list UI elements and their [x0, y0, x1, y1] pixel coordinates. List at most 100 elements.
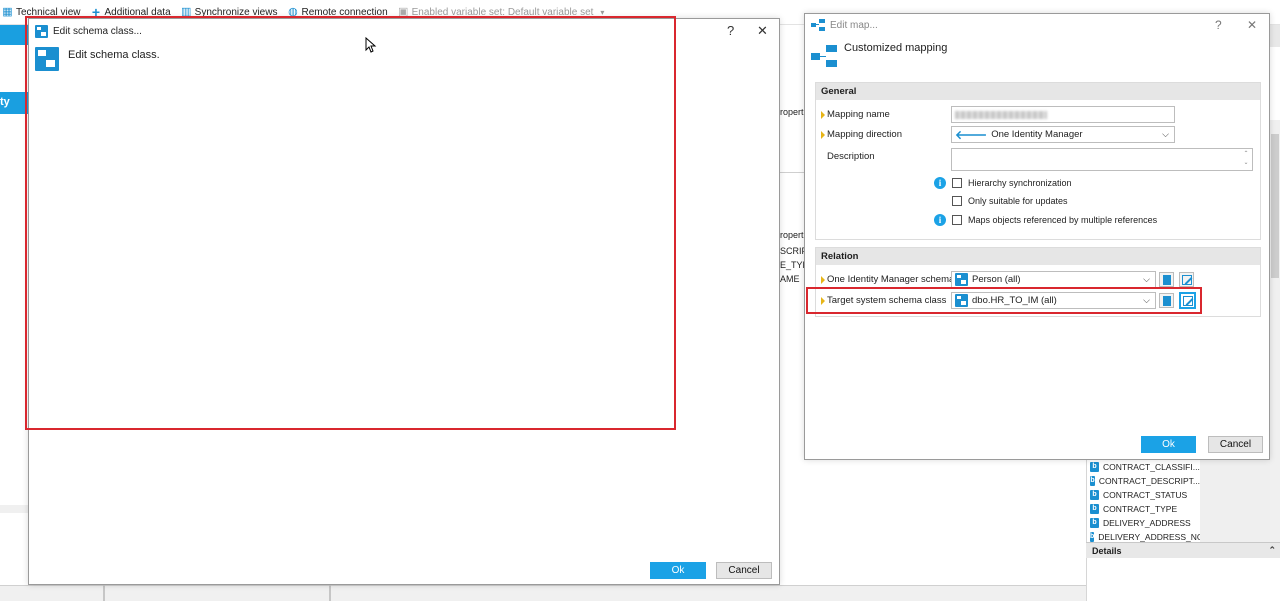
- list-item: E_TYPE: [780, 260, 806, 270]
- close-button[interactable]: ✕: [757, 23, 768, 39]
- select-value: dbo.HR_TO_IM (all): [972, 295, 1057, 306]
- label-text: Mapping name: [827, 109, 890, 120]
- description-textarea[interactable]: ⌃ ⌄: [951, 148, 1253, 171]
- textarea-scroll-arrows[interactable]: ⌃ ⌄: [1241, 150, 1251, 170]
- nav-selected-item[interactable]: ty: [0, 92, 28, 114]
- required-marker-icon: [821, 130, 825, 139]
- dialog-header: Edit schema class.: [35, 47, 160, 71]
- schema-class-icon: [35, 24, 48, 38]
- chevron-up-icon[interactable]: ⌃: [1268, 545, 1276, 556]
- mapping-direction-label: Mapping direction: [821, 129, 902, 140]
- cancel-button[interactable]: Cancel: [1208, 436, 1263, 453]
- ok-button[interactable]: Ok: [1141, 436, 1196, 453]
- label-text: One Identity Manager schema cl...: [827, 274, 972, 285]
- only-updates-checkbox[interactable]: [952, 196, 962, 206]
- grid-column-divider: [103, 585, 105, 601]
- dialog-titlebar: Edit map...: [811, 19, 878, 31]
- dialog-title: Edit schema class...: [53, 25, 142, 37]
- label-text: Target system schema class: [827, 295, 947, 306]
- list-item: SCRIPT: [780, 246, 806, 256]
- list-item[interactable]: b CONTRACT_STATUS: [1087, 488, 1200, 502]
- additional-data-label: Additional data: [104, 6, 171, 18]
- redacted-value: [955, 110, 1047, 119]
- property-icon: b: [1090, 532, 1095, 542]
- nav-header-strip: [0, 25, 28, 45]
- cancel-button[interactable]: Cancel: [716, 562, 772, 579]
- dialog-title: Edit map...: [830, 19, 878, 31]
- property-icon: b: [1090, 490, 1099, 500]
- remote-connection-button[interactable]: ◍ Remote connection: [287, 5, 388, 18]
- description-label: Description: [821, 151, 875, 162]
- list-item-label: CONTRACT_STATUS: [1103, 490, 1188, 500]
- list-item[interactable]: b CONTRACT_DESCRIPT...: [1087, 474, 1200, 488]
- mapping-icon: [811, 45, 837, 67]
- close-button[interactable]: ✕: [1247, 18, 1257, 32]
- list-item[interactable]: b CONTRACT_TYPE: [1087, 502, 1200, 516]
- edit-icon: [1182, 295, 1193, 306]
- dialog-heading: Edit schema class.: [68, 49, 160, 61]
- plus-icon: +: [91, 4, 101, 20]
- dialog-titlebar: Edit schema class... ? ✕: [29, 19, 779, 43]
- mapping-direction-select[interactable]: 🡐 One Identity Manager ⌵: [951, 126, 1175, 143]
- technical-view-label: Technical view: [16, 6, 81, 18]
- help-button[interactable]: ?: [1215, 18, 1222, 32]
- checkbox-label: Hierarchy synchronization: [968, 178, 1072, 188]
- globe-icon: ◍: [288, 5, 298, 18]
- list-item: ropert: [780, 230, 804, 240]
- hierarchy-sync-row: i Hierarchy synchronization: [934, 177, 1072, 189]
- edit-map-dialog: Edit map... ? ✕ Customized mapping Gener…: [804, 13, 1270, 460]
- info-icon[interactable]: i: [934, 177, 946, 189]
- details-panel-header[interactable]: Details ⌃: [1086, 542, 1280, 558]
- list-item-label: CONTRACT_CLASSIFI...: [1103, 462, 1200, 472]
- edit-schema-class-dialog: Edit schema class... ? ✕ Edit schema cla…: [28, 18, 780, 585]
- target-schema-class-select[interactable]: dbo.HR_TO_IM (all) ⌵: [951, 292, 1156, 309]
- oim-schema-class-select[interactable]: Person (all) ⌵: [951, 271, 1156, 288]
- edit-schema-button[interactable]: [1179, 272, 1194, 287]
- remote-connection-label: Remote connection: [301, 6, 388, 18]
- hierarchy-sync-checkbox[interactable]: [952, 178, 962, 188]
- arrow-left-icon: 🡐: [955, 127, 988, 142]
- checkbox-label: Maps objects referenced by multiple refe…: [968, 215, 1158, 225]
- variable-set-dropdown[interactable]: ▣ Enabled variable set: Default variable…: [398, 6, 605, 18]
- ok-button[interactable]: Ok: [650, 562, 706, 579]
- list-item-label: DELIVERY_ADDRESS_NO: [1098, 532, 1200, 542]
- list-item-label: CONTRACT_TYPE: [1103, 504, 1178, 514]
- checkbox-label: Only suitable for updates: [968, 196, 1068, 206]
- additional-data-button[interactable]: + Additional data: [90, 4, 171, 20]
- schema-class-icon: [955, 294, 968, 307]
- show-schema-button[interactable]: [1159, 293, 1174, 308]
- list-item-label: CONTRACT_DESCRIPT...: [1098, 476, 1200, 486]
- technical-view-button[interactable]: ▦ Technical view: [2, 6, 81, 18]
- nav-selected-text: ty: [0, 96, 10, 108]
- target-schema-class-label: Target system schema class: [821, 295, 946, 306]
- chevron-down-icon: ⌵: [1143, 274, 1150, 284]
- synchronize-views-label: Synchronize views: [194, 6, 278, 18]
- info-icon[interactable]: i: [934, 214, 946, 226]
- schema-property-list: b CONTRACT_CLASSIFI... b CONTRACT_DESCRIPT…: [1086, 460, 1200, 542]
- general-section: General Mapping name Mapping direction 🡐…: [815, 82, 1261, 240]
- only-updates-row: Only suitable for updates: [934, 195, 1068, 207]
- mouse-cursor-icon: [365, 37, 377, 53]
- section-header: General: [816, 83, 1260, 100]
- relation-section: Relation One Identity Manager schema cl.…: [815, 247, 1261, 317]
- mapping-name-input[interactable]: [951, 106, 1175, 123]
- show-schema-button[interactable]: [1159, 272, 1174, 287]
- nav-divider: [0, 505, 28, 513]
- required-marker-icon: [821, 110, 825, 119]
- list-item[interactable]: b DELIVERY_ADDRESS_NO: [1087, 530, 1200, 542]
- multi-references-checkbox[interactable]: [952, 215, 962, 225]
- help-button[interactable]: ?: [727, 23, 734, 38]
- list-item[interactable]: b DELIVERY_ADDRESS: [1087, 516, 1200, 530]
- synchronize-views-button[interactable]: ▥ Synchronize views: [181, 6, 278, 18]
- property-icon: b: [1090, 504, 1099, 514]
- chevron-down-icon: ⌵: [1143, 295, 1150, 305]
- background-property-list: ropert ropert SCRIPT E_TYPE AME: [780, 100, 806, 300]
- property-icon: b: [1090, 518, 1099, 528]
- property-icon: b: [1090, 462, 1099, 472]
- list-item[interactable]: b CONTRACT_CLASSIFI...: [1087, 460, 1200, 474]
- scrollbar-thumb[interactable]: [1271, 134, 1279, 278]
- document-icon: [1162, 274, 1171, 285]
- edit-schema-button[interactable]: [1179, 292, 1196, 309]
